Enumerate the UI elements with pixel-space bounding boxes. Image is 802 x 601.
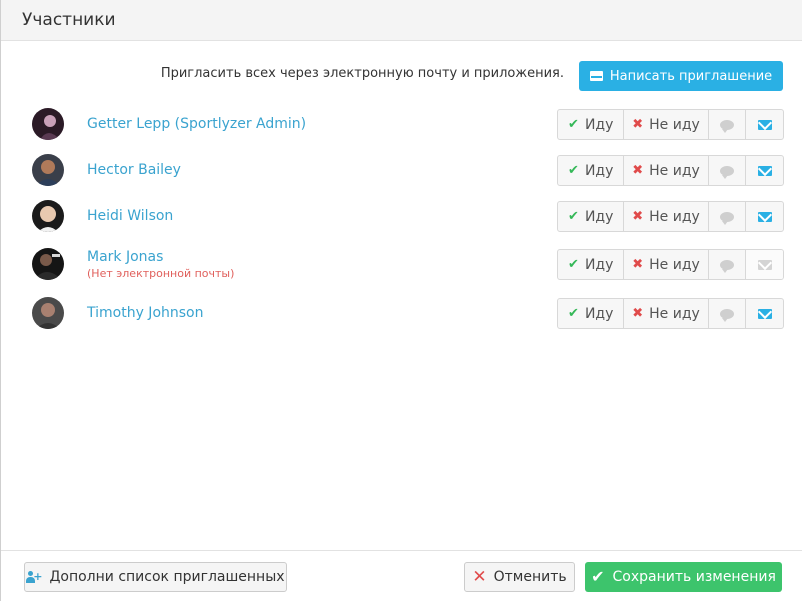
avatar <box>32 108 64 140</box>
check-icon: ✔ <box>568 163 579 178</box>
comment-button[interactable] <box>709 202 747 231</box>
check-icon: ✔ <box>568 257 579 272</box>
check-icon: ✔ <box>591 567 605 586</box>
check-icon: ✔ <box>568 209 579 224</box>
rsvp-button-group: ✔ Иду ✖ Не иду <box>557 155 784 186</box>
cross-icon: ✖ <box>632 117 644 132</box>
email-button[interactable] <box>746 299 783 328</box>
envelope-icon <box>757 165 772 176</box>
rsvp-button-group: ✔ Иду ✖ Не иду <box>557 249 784 280</box>
participant-row: Hector Bailey ✔ Иду ✖ Не иду <box>1 150 802 190</box>
comment-button[interactable] <box>709 156 747 185</box>
not-going-label: Не иду <box>649 116 700 133</box>
check-icon: ✔ <box>568 117 579 132</box>
cancel-button[interactable]: ✕ Отменить <box>464 562 575 592</box>
participant-row: Getter Lepp (Sportlyzer Admin) ✔ Иду ✖ Н… <box>1 104 802 144</box>
going-button[interactable]: ✔ Иду <box>558 110 625 139</box>
email-button[interactable] <box>746 110 783 139</box>
not-going-button[interactable]: ✖ Не иду <box>624 299 709 328</box>
avatar <box>32 297 64 329</box>
rsvp-button-group: ✔ Иду ✖ Не иду <box>557 109 784 140</box>
comment-icon <box>719 211 734 225</box>
comment-icon <box>719 165 734 179</box>
envelope-icon <box>757 308 772 319</box>
not-going-button[interactable]: ✖ Не иду <box>624 250 709 279</box>
comment-button[interactable] <box>709 110 747 139</box>
going-label: Иду <box>584 162 614 179</box>
save-changes-label: Сохранить изменения <box>612 569 776 585</box>
going-label: Иду <box>584 256 614 273</box>
not-going-label: Не иду <box>649 305 700 322</box>
comment-icon <box>719 308 734 322</box>
cross-icon: ✖ <box>632 163 644 178</box>
envelope-icon <box>757 119 772 130</box>
modal-title: Участники <box>22 10 116 30</box>
avatar <box>32 248 64 280</box>
going-label: Иду <box>584 116 614 133</box>
going-button[interactable]: ✔ Иду <box>558 250 625 279</box>
participant-name[interactable]: Hector Bailey <box>87 162 181 178</box>
modal-header: Участники <box>1 0 802 41</box>
email-button-disabled <box>746 250 783 279</box>
participant-name[interactable]: Mark Jonas <box>87 249 163 265</box>
close-icon: ✕ <box>472 566 487 587</box>
participant-row: Mark Jonas (Нет электронной почты) ✔ Иду… <box>1 244 802 284</box>
participant-name[interactable]: Getter Lepp (Sportlyzer Admin) <box>87 116 306 132</box>
avatar <box>32 154 64 186</box>
envelope-icon <box>757 211 772 222</box>
avatar <box>32 200 64 232</box>
add-invitees-label: Дополни список приглашенных <box>49 569 285 585</box>
write-invitation-button[interactable]: Написать приглашение <box>579 61 783 91</box>
participant-name[interactable]: Timothy Johnson <box>87 305 203 321</box>
participant-row: Heidi Wilson ✔ Иду ✖ Не иду <box>1 196 802 236</box>
email-button[interactable] <box>746 202 783 231</box>
not-going-button[interactable]: ✖ Не иду <box>624 156 709 185</box>
going-button[interactable]: ✔ Иду <box>558 202 625 231</box>
not-going-label: Не иду <box>649 208 700 225</box>
invite-all-text: Пригласить всех через электронную почту … <box>160 66 564 81</box>
going-button[interactable]: ✔ Иду <box>558 156 625 185</box>
going-label: Иду <box>584 305 614 322</box>
not-going-button[interactable]: ✖ Не иду <box>624 110 709 139</box>
cross-icon: ✖ <box>632 257 644 272</box>
rsvp-button-group: ✔ Иду ✖ Не иду <box>557 298 784 329</box>
envelope-icon <box>589 71 603 81</box>
write-invitation-label: Написать приглашение <box>609 68 773 84</box>
cross-icon: ✖ <box>632 306 644 321</box>
check-icon: ✔ <box>568 306 579 321</box>
no-email-note: (Нет электронной почты) <box>87 267 235 280</box>
rsvp-button-group: ✔ Иду ✖ Не иду <box>557 201 784 232</box>
save-changes-button[interactable]: ✔ Сохранить изменения <box>585 562 782 592</box>
participant-name[interactable]: Heidi Wilson <box>87 208 173 224</box>
email-button[interactable] <box>746 156 783 185</box>
not-going-label: Не иду <box>649 162 700 179</box>
add-invitees-button[interactable]: + Дополни список приглашенных <box>24 562 287 592</box>
going-label: Иду <box>584 208 614 225</box>
participants-modal: Участники Пригласить всех через электрон… <box>0 0 802 601</box>
envelope-icon <box>757 259 772 270</box>
comment-button[interactable] <box>709 299 747 328</box>
participant-row: Timothy Johnson ✔ Иду ✖ Не иду <box>1 293 802 333</box>
not-going-label: Не иду <box>649 256 700 273</box>
user-plus-icon: + <box>26 571 42 583</box>
comment-icon <box>719 119 734 133</box>
going-button[interactable]: ✔ Иду <box>558 299 625 328</box>
cancel-label: Отменить <box>493 569 567 585</box>
comment-button[interactable] <box>709 250 747 279</box>
not-going-button[interactable]: ✖ Не иду <box>624 202 709 231</box>
modal-footer: + Дополни список приглашенных ✕ Отменить… <box>1 550 802 601</box>
cross-icon: ✖ <box>632 209 644 224</box>
comment-icon <box>719 259 734 273</box>
